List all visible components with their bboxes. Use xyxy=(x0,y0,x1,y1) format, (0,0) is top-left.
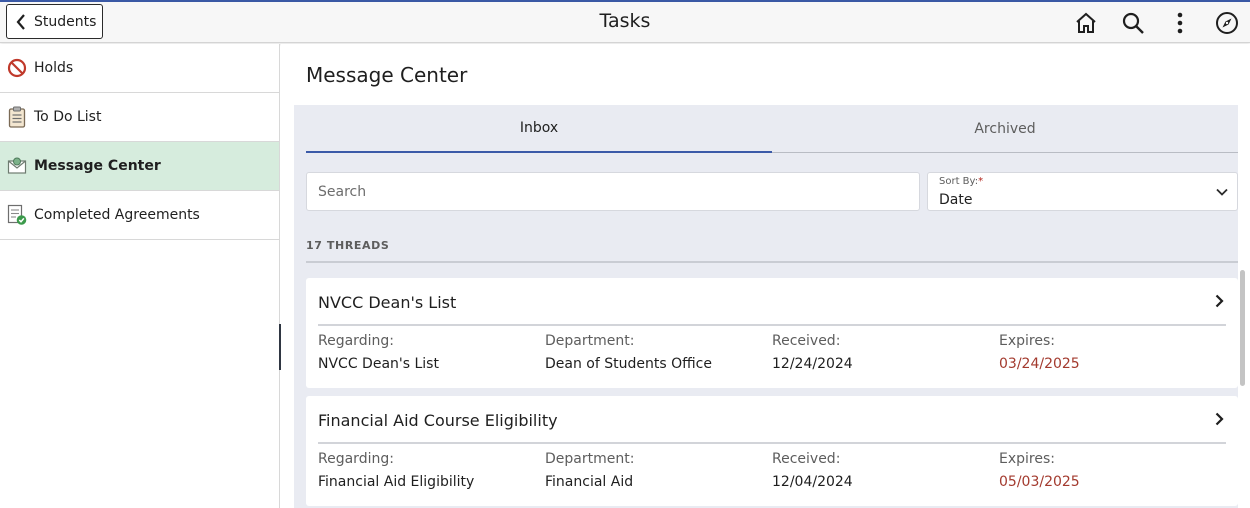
sidebar-item-holds[interactable]: Holds xyxy=(0,44,279,93)
thread-card[interactable]: NVCC Dean's List Regarding: NVCC Dean's … xyxy=(306,278,1238,388)
page-title: Message Center xyxy=(306,63,468,87)
chevron-right-icon xyxy=(1215,412,1224,426)
sidebar-item-label: Holds xyxy=(34,60,74,76)
expires-field: Expires: 05/03/2025 xyxy=(999,451,1219,490)
home-icon[interactable] xyxy=(1073,10,1099,36)
regarding-label: Regarding: xyxy=(318,451,394,467)
search-input[interactable] xyxy=(318,173,919,210)
divider xyxy=(318,324,1226,326)
expires-label: Expires: xyxy=(999,451,1055,467)
message-panel: Inbox Archived Sort By:* Date 17 THREADS… xyxy=(294,105,1238,508)
department-field: Department: Financial Aid xyxy=(545,451,765,490)
regarding-value: Financial Aid Eligibility xyxy=(318,474,475,490)
received-value: 12/24/2024 xyxy=(772,356,853,372)
department-label: Department: xyxy=(545,451,635,467)
thread-title: NVCC Dean's List xyxy=(318,293,457,312)
expires-label: Expires: xyxy=(999,333,1055,349)
thread-title: Financial Aid Course Eligibility xyxy=(318,411,558,430)
department-value: Financial Aid xyxy=(545,474,634,490)
sidebar: Holds To Do List Message Center Complete… xyxy=(0,44,280,508)
more-vertical-icon[interactable] xyxy=(1167,10,1193,36)
regarding-value: NVCC Dean's List xyxy=(318,356,439,372)
department-field: Department: Dean of Students Office xyxy=(545,333,765,372)
regarding-field: Regarding: NVCC Dean's List xyxy=(318,333,538,372)
sidebar-item-to-do-list[interactable]: To Do List xyxy=(0,93,279,142)
received-label: Received: xyxy=(772,333,841,349)
sort-by-label: Sort By:* xyxy=(939,176,984,187)
app-header: Students Tasks xyxy=(0,2,1250,43)
main-content: Message Center Inbox Archived Sort By:* … xyxy=(281,44,1250,508)
divider xyxy=(306,261,1238,263)
received-field: Received: 12/24/2024 xyxy=(772,333,992,372)
clipboard-icon xyxy=(7,106,27,128)
department-label: Department: xyxy=(545,333,635,349)
no-entry-icon xyxy=(7,57,27,79)
scrollbar[interactable] xyxy=(1240,270,1245,386)
thread-card[interactable]: Financial Aid Course Eligibility Regardi… xyxy=(306,396,1238,506)
thread-count: 17 THREADS xyxy=(306,239,390,252)
sidebar-item-label: Message Center xyxy=(34,158,161,174)
sidebar-item-label: To Do List xyxy=(34,109,102,125)
received-field: Received: 12/04/2024 xyxy=(772,451,992,490)
sort-by-value: Date xyxy=(939,192,973,208)
sidebar-item-message-center[interactable]: Message Center xyxy=(0,142,279,191)
sort-by-select[interactable]: Sort By:* Date xyxy=(927,172,1238,211)
received-label: Received: xyxy=(772,451,841,467)
search-field xyxy=(306,172,920,211)
department-value: Dean of Students Office xyxy=(545,356,712,372)
sidebar-item-label: Completed Agreements xyxy=(34,207,200,223)
document-check-icon xyxy=(7,204,27,226)
expires-field: Expires: 03/24/2025 xyxy=(999,333,1219,372)
divider xyxy=(318,442,1226,444)
required-marker: * xyxy=(978,176,984,187)
chevron-right-icon xyxy=(1215,294,1224,308)
expires-value: 03/24/2025 xyxy=(999,356,1080,372)
tab-inbox[interactable]: Inbox xyxy=(306,105,772,153)
regarding-label: Regarding: xyxy=(318,333,394,349)
sidebar-item-completed-agreements[interactable]: Completed Agreements xyxy=(0,191,279,240)
compass-icon[interactable] xyxy=(1214,10,1240,36)
received-value: 12/04/2024 xyxy=(772,474,853,490)
regarding-field: Regarding: Financial Aid Eligibility xyxy=(318,451,538,490)
tab-bar: Inbox Archived xyxy=(306,105,1238,153)
header-title: Tasks xyxy=(599,10,651,32)
message-envelope-icon xyxy=(7,155,27,177)
tab-archived[interactable]: Archived xyxy=(772,105,1238,153)
search-icon[interactable] xyxy=(1120,10,1146,36)
chevron-down-icon xyxy=(1216,188,1228,196)
expires-value: 05/03/2025 xyxy=(999,474,1080,490)
